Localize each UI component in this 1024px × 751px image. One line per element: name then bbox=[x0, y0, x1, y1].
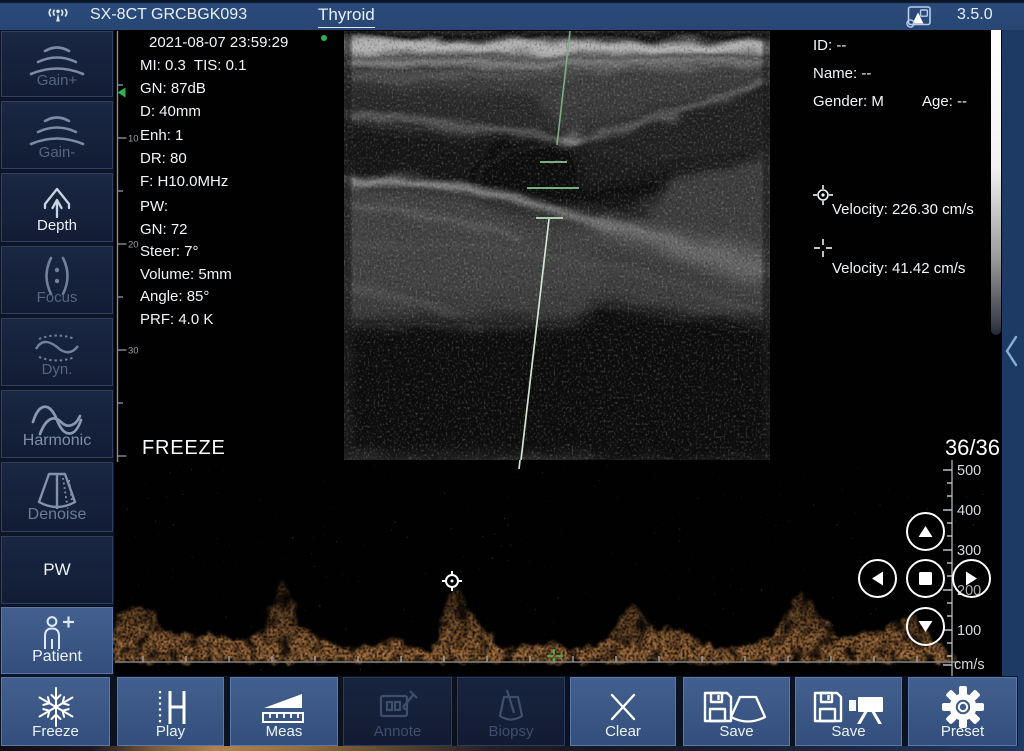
svg-text:cm/s: cm/s bbox=[954, 657, 985, 673]
svg-text:20: 20 bbox=[128, 240, 139, 251]
svg-text:100: 100 bbox=[957, 623, 981, 639]
svg-text:300: 300 bbox=[957, 543, 981, 559]
svg-text:10: 10 bbox=[128, 134, 139, 145]
svg-text:500: 500 bbox=[957, 463, 981, 479]
svg-text:400: 400 bbox=[957, 503, 981, 519]
svg-text:30: 30 bbox=[128, 346, 139, 357]
